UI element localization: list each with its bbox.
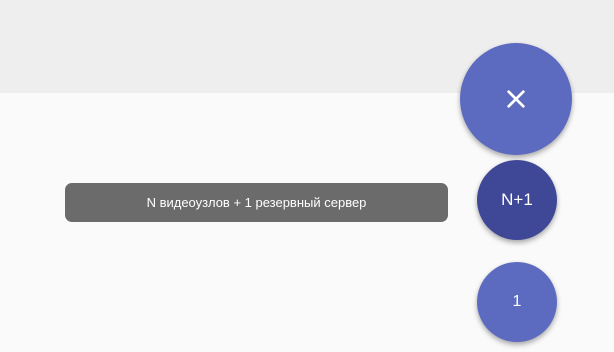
speed-dial-close-button[interactable]	[460, 43, 572, 155]
speed-dial-action-label: 1	[512, 293, 522, 310]
speed-dial-action-1[interactable]: 1	[477, 262, 557, 342]
speed-dial-action-label: N+1	[501, 190, 533, 209]
speed-dial-tooltip: N видеоузлов + 1 резервный сервер	[65, 183, 448, 222]
close-icon	[507, 90, 525, 108]
speed-dial-action-n-plus-1[interactable]: N+1	[477, 160, 557, 240]
